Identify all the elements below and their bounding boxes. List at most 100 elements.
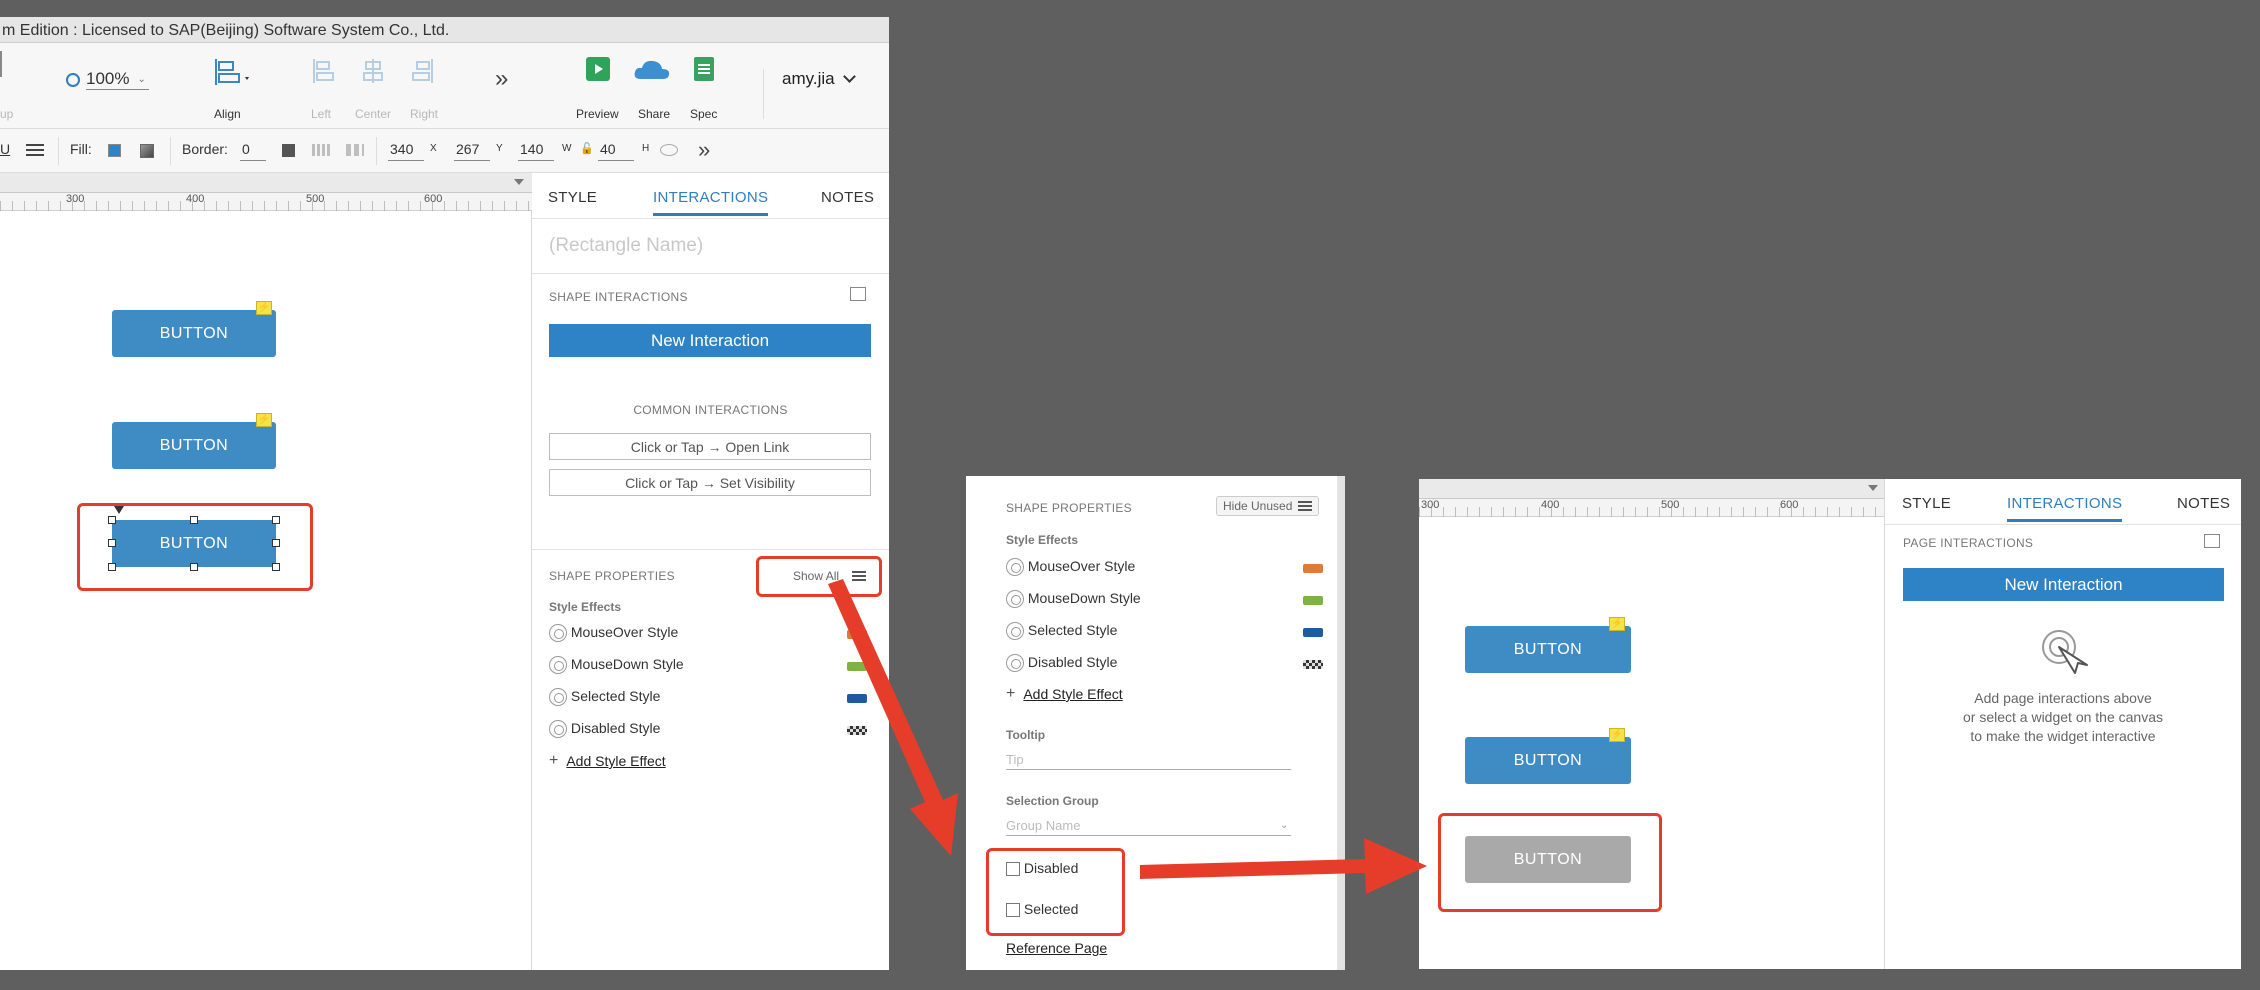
tab-style[interactable]: STYLE [1902,495,1951,512]
align-icon[interactable] [213,57,253,92]
new-interaction-button[interactable]: New Interaction [1903,568,2224,601]
style-effect-mouseover[interactable]: MouseOver Style [1006,558,1136,577]
target-icon [1006,590,1024,609]
canvas-button-2[interactable]: BUTTON [112,422,276,469]
resize-handle[interactable] [272,563,280,571]
zoom-control[interactable]: 100% ⌄ [66,69,150,90]
fill-color-swatch[interactable] [108,144,121,157]
line-pattern-icon[interactable] [312,144,330,156]
disabled-pattern-swatch[interactable] [1303,660,1323,669]
style-effect-disabled[interactable]: Disabled Style [549,720,661,739]
align-center-icon[interactable] [361,57,385,90]
selected-color-swatch[interactable] [847,694,867,703]
new-interaction-button[interactable]: New Interaction [549,324,871,357]
canvas-header-bar [1419,479,1884,499]
preview-button-1[interactable]: BUTTON [1465,626,1631,673]
widget-name-input[interactable]: (Rectangle Name) [549,235,703,257]
style-effect-disabled[interactable]: Disabled Style [1006,654,1118,673]
selection-group-label: Selection Group [1006,794,1099,808]
target-icon [549,656,567,675]
width-input[interactable]: 140 [518,139,554,161]
main-toolbar: up 100% ⌄ Align Left Center Right » Prev… [0,43,889,129]
group-icon[interactable] [0,51,6,77]
resize-handle[interactable] [108,539,116,547]
border-label: Border: [182,141,228,157]
resize-handle[interactable] [272,516,280,524]
collapse-panel-icon[interactable] [2204,534,2220,548]
selection-group-input[interactable]: Group Name [1006,818,1291,836]
chevron-down-icon[interactable] [514,179,524,185]
add-style-effect-link[interactable]: + Add Style Effect [549,752,666,770]
reference-page-link[interactable]: Reference Page [1006,940,1107,956]
disabled-pattern-swatch[interactable] [847,726,867,735]
canvas-button-selected[interactable]: BUTTON [112,520,276,567]
line-style-icon[interactable] [346,144,364,156]
chevron-down-icon[interactable]: ⌄ [1280,820,1288,831]
height-unit-label: H [642,143,650,154]
tab-notes[interactable]: NOTES [2177,495,2230,512]
design-canvas[interactable]: 300 400 500 600 BUTTON ⚡ BUTTON ⚡ BUTTON [0,173,532,970]
resize-handle[interactable] [108,563,116,571]
resize-handle[interactable] [108,516,116,524]
style-effect-mousedown[interactable]: MouseDown Style [1006,590,1141,609]
resize-handle[interactable] [190,516,198,524]
common-interaction-open-link[interactable]: Click or Tap → Open Link [549,433,871,460]
rotate-handle-icon[interactable] [114,506,124,514]
style-effect-mousedown[interactable]: MouseDown Style [549,656,684,675]
border-color-swatch[interactable] [282,144,295,157]
tab-style[interactable]: STYLE [548,189,597,206]
style-effect-label: MouseOver Style [1027,558,1136,574]
style-effect-label: Disabled Style [570,720,661,736]
style-effect-mouseover[interactable]: MouseOver Style [549,624,678,643]
height-input[interactable]: 40 [598,139,634,161]
menu-icon[interactable] [852,571,866,581]
disabled-label: Disabled [1023,860,1079,876]
share-cloud-icon[interactable] [633,57,673,88]
resize-handle[interactable] [190,563,198,571]
resize-handle[interactable] [272,539,280,547]
collapse-panel-icon[interactable] [850,287,866,301]
more-tools-icon[interactable]: » [495,65,508,93]
shape-interactions-title: SHAPE INTERACTIONS [549,290,688,304]
style-effect-label: Disabled Style [1027,654,1118,670]
chevron-down-icon: ⌄ [137,74,146,85]
more-format-icon[interactable]: » [698,137,710,163]
show-all-toggle[interactable]: Show All [793,569,839,583]
mousedown-color-swatch[interactable] [847,662,867,671]
mouseover-color-swatch[interactable] [1303,564,1323,573]
spec-icon[interactable] [694,57,714,81]
tooltip-input[interactable]: Tip [1006,752,1291,770]
align-left-icon[interactable] [311,57,335,90]
disabled-checkbox[interactable]: Disabled [1006,860,1079,877]
border-width-input[interactable]: 0 [240,139,266,161]
mousedown-color-swatch[interactable] [1303,596,1323,605]
mouseover-color-swatch[interactable] [847,630,867,639]
preview-button-2[interactable]: BUTTON [1465,737,1631,784]
x-position-input[interactable]: 340 [388,139,424,161]
plus-icon: + [549,752,559,769]
common-interaction-set-visibility[interactable]: Click or Tap → Set Visibility [549,469,871,496]
user-menu[interactable]: amy.jia [782,69,856,89]
canvas-button-1[interactable]: BUTTON [112,310,276,357]
visibility-eye-icon[interactable] [660,144,678,156]
y-position-input[interactable]: 267 [454,139,490,161]
shadow-icon[interactable] [140,144,154,158]
style-effect-selected[interactable]: Selected Style [549,688,660,707]
selected-checkbox[interactable]: Selected [1006,901,1078,918]
tab-interactions[interactable]: INTERACTIONS [653,189,769,216]
tab-interactions[interactable]: INTERACTIONS [2007,495,2123,522]
align-right-icon[interactable] [411,57,435,90]
list-icon[interactable] [26,144,44,156]
tab-notes[interactable]: NOTES [821,189,874,206]
ruler-label: 300 [1421,499,1440,511]
underline-button[interactable]: U [0,141,10,157]
empty-state-line: or select a widget on the canvas [1962,709,2163,725]
selected-color-swatch[interactable] [1303,628,1323,637]
lock-icon[interactable]: 🔓 [580,142,594,155]
add-style-effect-link[interactable]: + Add Style Effect [1006,685,1123,703]
chevron-down-icon[interactable] [1868,485,1878,491]
style-effect-selected[interactable]: Selected Style [1006,622,1117,641]
hide-unused-toggle[interactable]: Hide Unused [1216,496,1320,516]
plus-icon: + [1006,685,1016,702]
preview-icon[interactable] [586,57,610,81]
